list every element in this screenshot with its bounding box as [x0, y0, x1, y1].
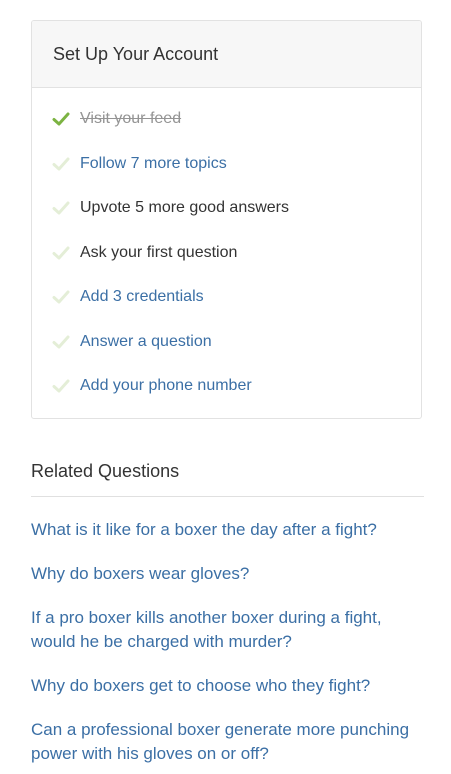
- task-answer-question[interactable]: Answer a question: [32, 330, 421, 354]
- task-label: Ask your first question: [80, 244, 238, 261]
- task-ask-question: Ask your first question: [32, 241, 421, 265]
- related-questions-heading: Related Questions: [31, 461, 180, 481]
- page: Set Up Your Account Visit your feed Foll…: [0, 0, 451, 774]
- check-icon: [52, 335, 70, 349]
- related-question-link[interactable]: Why do boxers wear gloves?: [31, 562, 421, 586]
- task-label: Upvote 5 more good answers: [80, 199, 289, 216]
- task-upvote-answers: Upvote 5 more good answers: [32, 196, 421, 220]
- task-label[interactable]: Add your phone number: [80, 374, 252, 398]
- task-follow-topics[interactable]: Follow 7 more topics: [32, 152, 421, 176]
- check-icon: [52, 157, 70, 171]
- check-icon: [52, 290, 70, 304]
- setup-account-card: Set Up Your Account Visit your feed Foll…: [31, 20, 422, 419]
- task-add-phone[interactable]: Add your phone number: [32, 374, 421, 398]
- related-question-link[interactable]: What is it like for a boxer the day afte…: [31, 518, 421, 542]
- check-icon: [52, 112, 70, 126]
- related-question-link[interactable]: Why do boxers get to choose who they fig…: [31, 674, 421, 698]
- check-icon: [52, 379, 70, 393]
- task-visit-feed: Visit your feed: [32, 107, 421, 131]
- related-divider: [31, 496, 424, 497]
- task-add-credentials[interactable]: Add 3 credentials: [32, 285, 421, 309]
- setup-card-title: Set Up Your Account: [53, 43, 219, 64]
- task-label: Visit your feed: [80, 110, 182, 127]
- check-icon: [52, 246, 70, 260]
- related-question-link[interactable]: Can a professional boxer generate more p…: [31, 718, 421, 766]
- related-question-link[interactable]: If a pro boxer kills another boxer durin…: [31, 606, 421, 654]
- check-icon: [52, 201, 70, 215]
- task-label[interactable]: Answer a question: [80, 330, 212, 354]
- task-label[interactable]: Follow 7 more topics: [80, 152, 227, 176]
- setup-card-header: Set Up Your Account: [32, 21, 421, 88]
- task-label[interactable]: Add 3 credentials: [80, 285, 204, 309]
